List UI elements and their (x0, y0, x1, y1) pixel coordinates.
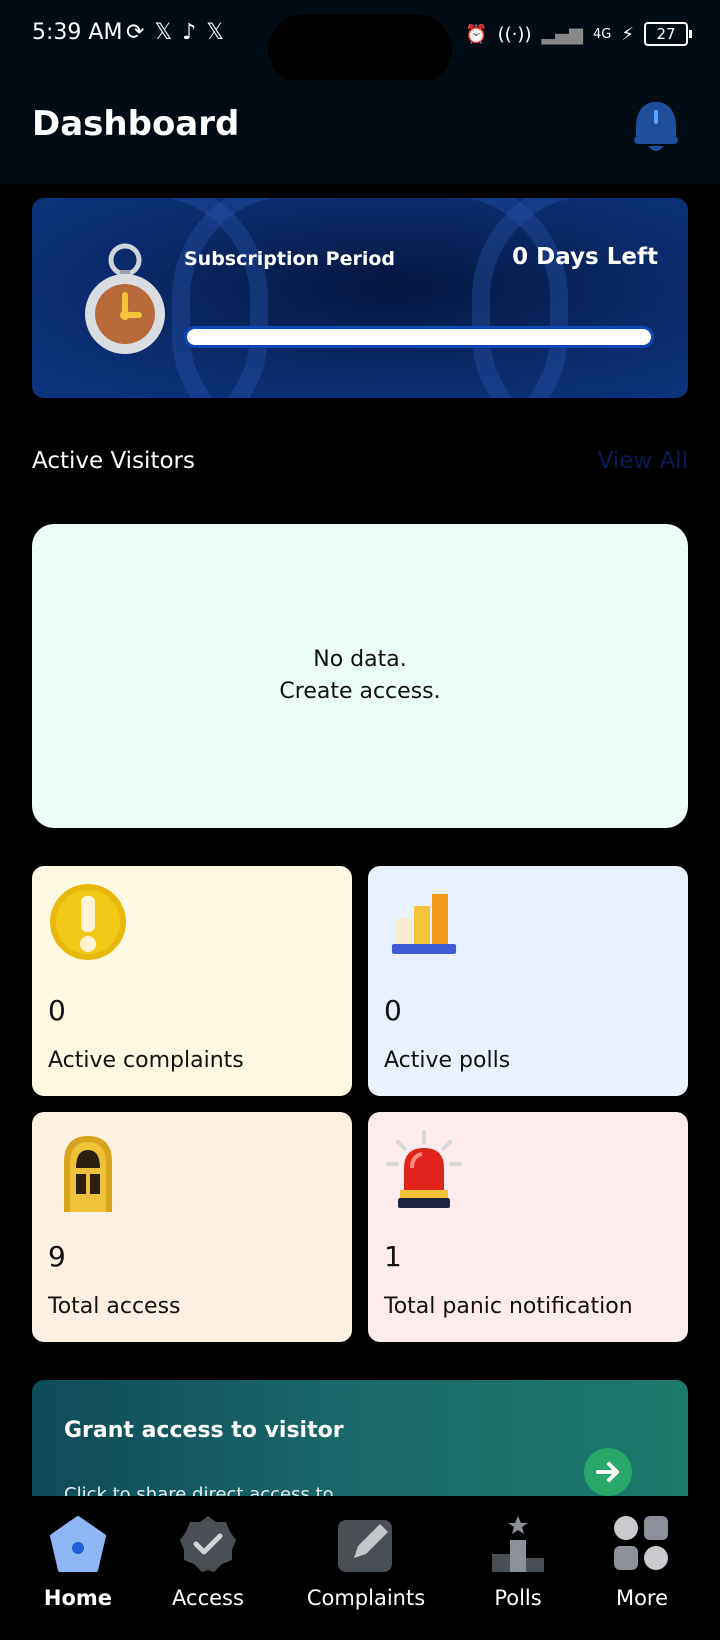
subscription-card[interactable]: Subscription Period 0 Days Left (32, 198, 688, 398)
x-app-icon: 𝕏 (154, 20, 173, 45)
active-polls-tile[interactable]: 0 Active polls (368, 866, 688, 1096)
view-all-link[interactable]: View All (598, 448, 688, 474)
stopwatch-icon (85, 243, 165, 354)
grant-access-banner[interactable]: Grant access to visitor Click to share d… (32, 1380, 688, 1496)
battery-level: 27 (656, 25, 676, 43)
arrow-right-icon[interactable] (584, 1448, 632, 1496)
nav-complaints[interactable]: Complaints (296, 1514, 436, 1610)
grant-access-title: Grant access to visitor (64, 1418, 344, 1443)
stat-label: Total access (48, 1294, 181, 1319)
access-badge-icon (180, 1516, 236, 1572)
subscription-progress-bar (184, 326, 654, 348)
x-app-icon-2: 𝕏 (206, 20, 224, 45)
alarm-icon: ⏰ (465, 23, 488, 45)
edit-icon (338, 1520, 392, 1572)
camera-notch (268, 14, 452, 84)
door-icon (64, 1136, 112, 1212)
stat-label: Active polls (384, 1048, 511, 1073)
subscription-progress-fill (187, 329, 651, 345)
bar-chart-icon (392, 894, 456, 954)
nav-more[interactable]: More (572, 1514, 712, 1610)
empty-state-line-2: Create access. (279, 679, 441, 704)
grid-icon (614, 1516, 668, 1570)
grant-access-subtitle: Click to share direct access to (64, 1484, 334, 1496)
app-header: Dashboard (0, 80, 720, 184)
nav-label: Complaints (306, 1586, 426, 1610)
notification-bell-icon[interactable] (630, 98, 682, 158)
nav-label: Polls (494, 1586, 542, 1610)
empty-state-line-1: No data. (313, 647, 407, 672)
sync-icon: ⟳ (126, 20, 145, 45)
nav-label: More (615, 1586, 669, 1610)
total-access-tile[interactable]: 9 Total access (32, 1112, 352, 1342)
active-complaints-tile[interactable]: 0 Active complaints (32, 866, 352, 1096)
podium-icon (492, 1516, 544, 1572)
nav-label: Home (43, 1586, 113, 1610)
nav-label: Access (172, 1586, 244, 1610)
subscription-days-left: 0 Days Left (512, 244, 658, 270)
subscription-label: Subscription Period (184, 248, 396, 270)
nav-home[interactable]: Home (8, 1514, 148, 1610)
stat-value: 0 (384, 994, 402, 1027)
nav-access[interactable]: Access (138, 1514, 278, 1610)
tiktok-icon: ♪ (182, 20, 197, 45)
network-type: 4G (593, 26, 612, 42)
status-system-icons: ⏰ ((·)) ▂▄▆ 4G ⚡ 27 (465, 22, 692, 46)
status-notification-icons: ⟳ 𝕏 ♪ 𝕏 (126, 20, 224, 45)
siren-icon (386, 1130, 462, 1208)
total-panic-notification-tile[interactable]: 1 Total panic notification (368, 1112, 688, 1342)
warning-icon (50, 884, 126, 960)
home-icon (50, 1516, 106, 1572)
active-visitors-card: No data. Create access. (32, 524, 688, 828)
signal-icon: ▂▄▆ (541, 23, 583, 45)
nav-polls[interactable]: Polls (448, 1514, 588, 1610)
charging-icon: ⚡ (621, 23, 634, 45)
page-title: Dashboard (32, 104, 240, 144)
card-decoration (472, 198, 688, 398)
stat-value: 9 (48, 1240, 66, 1273)
status-time: 5:39 AM (32, 20, 123, 45)
status-bar: 5:39 AM ⟳ 𝕏 ♪ 𝕏 ⏰ ((·)) ▂▄▆ 4G ⚡ 27 (0, 0, 720, 84)
hotspot-icon: ((·)) (497, 23, 532, 45)
active-visitors-title: Active Visitors (32, 448, 195, 474)
stat-value: 1 (384, 1240, 402, 1273)
bottom-navigation: Home Access Complaints Polls More (0, 1496, 720, 1640)
stat-label: Active complaints (48, 1048, 244, 1073)
stat-label: Total panic notification (384, 1294, 633, 1319)
battery-icon: 27 (644, 22, 692, 46)
stat-value: 0 (48, 994, 66, 1027)
